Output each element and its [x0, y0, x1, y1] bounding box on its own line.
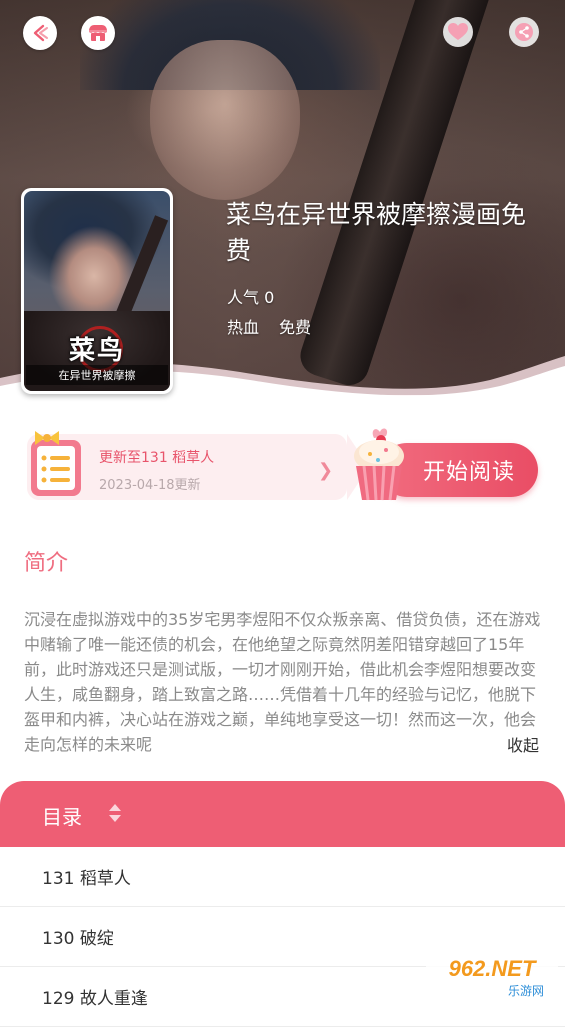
latest-chapter: 更新至131 稻草人: [99, 450, 215, 466]
watermark-main: 962.NET: [449, 956, 537, 981]
back-arrow-icon: [33, 24, 48, 42]
comic-tags: 热血 免费: [227, 314, 311, 338]
sort-icon[interactable]: [107, 802, 123, 824]
comic-cover: 菜鸟 在异世界被摩擦: [21, 188, 173, 394]
comic-title: 菜鸟在异世界被摩擦漫画免费: [226, 200, 527, 265]
cupcake-icon: [354, 428, 404, 501]
watermark-sub: 乐游网: [508, 984, 544, 998]
share-icon: [515, 23, 533, 41]
chapter-item[interactable]: 131 稻草人: [0, 847, 565, 907]
collapse-link[interactable]: 收起: [505, 732, 540, 756]
popularity-count: 人气 0: [227, 288, 275, 307]
cover-logo: 菜鸟: [68, 336, 125, 366]
notebook-icon: [31, 431, 81, 496]
shop-button[interactable]: [81, 16, 115, 50]
watermark-logo: 962.NET 乐游网: [426, 954, 558, 1000]
update-date: 2023-04-18更新: [99, 478, 201, 493]
back-button[interactable]: [23, 16, 57, 50]
intro-text: 沉浸在虚拟游戏中的35岁宅男李煜阳不仅众叛亲离、借贷负债，还在游戏中赌输了唯一能…: [24, 610, 541, 754]
share-button[interactable]: [509, 17, 539, 47]
favorite-button[interactable]: [443, 17, 473, 47]
shop-icon: [89, 25, 107, 41]
intro-heading: 简介: [24, 551, 69, 576]
heart-icon: [448, 23, 468, 40]
tag: 热血: [227, 318, 260, 337]
toc-title: 目录: [42, 805, 82, 829]
chapter-list: 131 稻草人 130 破绽 129 故人重逢: [0, 847, 565, 1027]
cover-subtitle: 在异世界被摩擦: [26, 365, 168, 385]
toc-header: [0, 781, 565, 847]
chevron-right-icon: ❯: [318, 460, 334, 481]
tag: 免费: [279, 318, 312, 337]
